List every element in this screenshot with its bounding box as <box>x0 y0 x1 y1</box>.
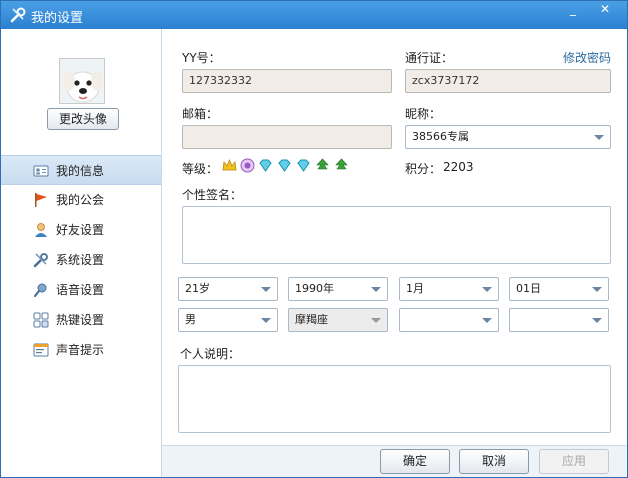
diamond-icon <box>278 159 291 172</box>
sidebar-item-my-info[interactable]: 我的信息 <box>1 155 161 185</box>
nickname-label: 昵称： <box>405 107 442 121</box>
tree-icon <box>335 158 348 170</box>
user-icon <box>35 223 47 237</box>
birth-day-select[interactable]: 01日 <box>509 277 609 301</box>
sidebar-item-label: 热键设置 <box>56 313 105 327</box>
wrench-icon <box>33 253 48 268</box>
birth-month-select[interactable]: 1月 <box>399 277 499 301</box>
change-password-link[interactable]: 修改密码 <box>563 49 611 66</box>
minimize-button[interactable]: _ <box>559 1 587 19</box>
title-bar[interactable]: 我的设置 _ ✕ <box>1 1 627 29</box>
city-select[interactable] <box>509 308 609 332</box>
signature-input[interactable] <box>182 206 611 264</box>
sidebar-item-system-settings[interactable]: 系统设置 <box>1 245 161 275</box>
sidebar-item-sound-alerts[interactable]: 声音提示 <box>1 335 161 365</box>
points-value: 2203 <box>443 160 474 174</box>
age-select[interactable]: 21岁 <box>178 277 278 301</box>
gender-select[interactable]: 男 <box>178 308 278 332</box>
birth-year-select[interactable]: 1990年 <box>288 277 388 301</box>
chevron-down-icon <box>482 318 492 323</box>
zodiac-select: 摩羯座 <box>288 308 388 332</box>
moon-badge-icon <box>240 158 255 173</box>
chevron-down-icon <box>371 318 381 323</box>
province-select[interactable] <box>399 308 499 332</box>
chevron-down-icon <box>261 318 271 323</box>
yy-number-field: 127332332 <box>182 69 392 93</box>
avatar <box>59 58 105 104</box>
chevron-down-icon <box>592 287 602 292</box>
diamond-icon <box>297 159 310 172</box>
sidebar-item-hotkey-settings[interactable]: 热键设置 <box>1 305 161 335</box>
nickname-select[interactable]: 38566专属 <box>405 125 611 149</box>
yy-number-label: YY号： <box>182 51 221 65</box>
birth-year-value: 1990年 <box>295 282 334 295</box>
microphone-icon <box>33 283 47 298</box>
tree-icon <box>316 158 329 170</box>
change-avatar-button[interactable]: 更改头像 <box>47 108 119 130</box>
crown-icon <box>222 158 237 171</box>
window-title: 我的设置 <box>31 11 84 26</box>
signature-label: 个性签名： <box>182 188 243 202</box>
flag-icon <box>35 193 47 207</box>
wrench-icon <box>10 7 26 23</box>
sidebar: 更改头像 我的信息 我的公会 好友设置 系统设置 语音设置 热键设置 声音提示 <box>1 29 162 477</box>
settings-window: 我的设置 _ ✕ 更改头像 我的信息 我的公会 好友设置 系统设置 语音设置 热… <box>0 0 628 478</box>
points-label: 积分： <box>405 162 442 176</box>
gender-value: 男 <box>185 313 196 326</box>
sidebar-item-label: 系统设置 <box>56 253 105 267</box>
sidebar-item-label: 我的信息 <box>56 164 105 178</box>
chevron-down-icon <box>594 135 604 140</box>
card-icon <box>33 165 49 177</box>
chevron-down-icon <box>261 287 271 292</box>
description-label: 个人说明： <box>180 347 241 361</box>
cancel-button[interactable]: 取消 <box>459 449 529 474</box>
sidebar-item-friend-settings[interactable]: 好友设置 <box>1 215 161 245</box>
chevron-down-icon <box>482 287 492 292</box>
notification-icon <box>33 343 49 357</box>
age-value: 21岁 <box>185 282 210 295</box>
description-input[interactable] <box>178 365 611 433</box>
passport-field: zcx3737172 <box>405 69 611 93</box>
sidebar-item-my-guild[interactable]: 我的公会 <box>1 185 161 215</box>
birth-day-value: 01日 <box>516 282 541 295</box>
apply-button: 应用 <box>539 449 609 474</box>
chevron-down-icon <box>371 287 381 292</box>
birth-month-value: 1月 <box>406 282 424 295</box>
level-label: 等级： <box>182 162 219 176</box>
sidebar-item-label: 声音提示 <box>56 343 105 357</box>
zodiac-value: 摩羯座 <box>295 313 328 326</box>
email-label: 邮箱： <box>182 107 219 121</box>
sidebar-item-label: 我的公会 <box>56 193 105 207</box>
passport-label: 通行证： <box>405 51 454 65</box>
sidebar-item-label: 语音设置 <box>56 283 105 297</box>
sidebar-nav: 我的信息 我的公会 好友设置 系统设置 语音设置 热键设置 声音提示 <box>1 155 161 365</box>
keyboard-icon <box>33 312 49 328</box>
dog-avatar-image <box>60 59 104 103</box>
close-button[interactable]: ✕ <box>591 1 619 19</box>
ok-button[interactable]: 确定 <box>380 449 450 474</box>
email-field <box>182 125 392 149</box>
nickname-value: 38566专属 <box>412 130 469 143</box>
chevron-down-icon <box>592 318 602 323</box>
sidebar-item-label: 好友设置 <box>56 223 105 237</box>
diamond-icon <box>259 159 272 172</box>
sidebar-item-voice-settings[interactable]: 语音设置 <box>1 275 161 305</box>
